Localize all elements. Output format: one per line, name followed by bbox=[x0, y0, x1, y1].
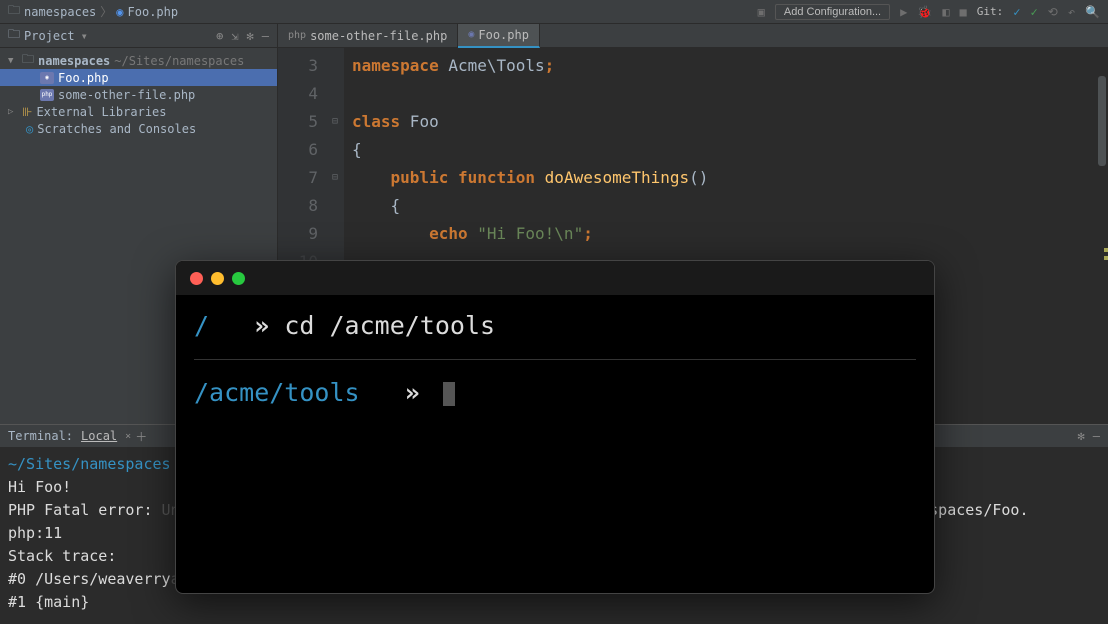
tree-file-foo[interactable]: ◉ Foo.php bbox=[0, 69, 277, 86]
code-token: { bbox=[352, 140, 362, 159]
hide-icon[interactable]: — bbox=[262, 29, 269, 43]
breadcrumb-file[interactable]: Foo.php bbox=[128, 5, 179, 19]
locate-icon[interactable]: ⊕ bbox=[216, 29, 223, 43]
floating-terminal[interactable]: / » cd /acme/tools /acme/tools » bbox=[175, 260, 935, 594]
tree-label: External Libraries bbox=[36, 105, 166, 119]
terminal-titlebar[interactable] bbox=[176, 261, 934, 295]
debug-icon[interactable]: 🐞 bbox=[917, 5, 932, 19]
project-tree: ▼ 🗀 namespaces ~/Sites/namespaces ◉ Foo.… bbox=[0, 48, 277, 141]
expand-arrow-icon[interactable]: ▼ bbox=[8, 56, 18, 66]
code-token: ; bbox=[545, 56, 555, 75]
php-file-icon: ◉ bbox=[116, 5, 123, 19]
project-icon: 🗀 bbox=[8, 25, 20, 46]
gear-icon[interactable]: ✻ bbox=[247, 29, 254, 43]
line-number: 6 bbox=[278, 136, 318, 164]
vcs-update-icon[interactable]: ✓ bbox=[1013, 5, 1020, 19]
run-configuration-dropdown[interactable]: Add Configuration... bbox=[775, 4, 890, 20]
history-icon[interactable]: ⟲ bbox=[1048, 5, 1058, 19]
folder-icon: 🗀 bbox=[8, 1, 20, 22]
coverage-icon[interactable]: ◧ bbox=[942, 5, 949, 19]
code-token: () bbox=[689, 168, 708, 187]
tree-root-path: ~/Sites/namespaces bbox=[114, 54, 244, 68]
tree-root-name: namespaces bbox=[38, 54, 110, 68]
line-number: 4 bbox=[278, 80, 318, 108]
code-token: namespace bbox=[352, 56, 439, 75]
close-tab-icon[interactable]: × bbox=[125, 431, 131, 442]
code-token: echo bbox=[352, 224, 477, 243]
warning-marker[interactable] bbox=[1104, 256, 1108, 260]
folder-icon: 🗀 bbox=[22, 50, 34, 71]
terminal-prompt-path: ~/Sites/namespaces bbox=[8, 455, 171, 473]
tree-file-other[interactable]: php some-other-file.php bbox=[0, 86, 277, 103]
terminal-title: Terminal: bbox=[8, 429, 73, 443]
maximize-window-icon[interactable] bbox=[232, 272, 245, 285]
revert-icon[interactable]: ↶ bbox=[1068, 5, 1075, 19]
php-file-icon: ◉ bbox=[40, 72, 54, 84]
tree-scratches[interactable]: ◎ Scratches and Consoles bbox=[0, 120, 277, 137]
code-token: class bbox=[352, 112, 400, 131]
tab-foo[interactable]: ◉ Foo.php bbox=[458, 24, 540, 48]
code-token: public bbox=[352, 168, 458, 187]
minimize-window-icon[interactable] bbox=[211, 272, 224, 285]
warning-marker[interactable] bbox=[1104, 248, 1108, 252]
code-token: { bbox=[352, 196, 400, 215]
terminal-tab-local[interactable]: Local bbox=[73, 429, 125, 443]
editor-scrollbar[interactable] bbox=[1098, 76, 1106, 166]
hide-icon[interactable]: — bbox=[1093, 429, 1100, 443]
search-icon[interactable]: 🔍 bbox=[1085, 5, 1100, 19]
cursor-icon bbox=[443, 382, 455, 406]
terminal-command: cd /acme/tools bbox=[284, 311, 495, 340]
terminal-line: #0 /Users/weaverry bbox=[8, 570, 171, 588]
php-file-icon: php bbox=[288, 30, 306, 41]
line-number: 3 bbox=[278, 52, 318, 80]
line-number: 9 bbox=[278, 220, 318, 248]
tree-file-label: some-other-file.php bbox=[58, 88, 195, 102]
hammer-icon[interactable]: ▣ bbox=[758, 5, 765, 19]
project-title[interactable]: Project bbox=[24, 29, 75, 43]
code-token: Acme\Tools bbox=[439, 56, 545, 75]
terminal-prompt-path: /acme/tools bbox=[194, 378, 360, 407]
stop-icon[interactable]: ■ bbox=[960, 5, 967, 19]
tree-label: Scratches and Consoles bbox=[37, 122, 196, 136]
floating-terminal-body[interactable]: / » cd /acme/tools /acme/tools » bbox=[176, 295, 934, 424]
breadcrumb-folder[interactable]: namespaces bbox=[24, 5, 96, 19]
tree-root[interactable]: ▼ 🗀 namespaces ~/Sites/namespaces bbox=[0, 52, 277, 69]
tab-some-other-file[interactable]: php some-other-file.php bbox=[278, 24, 458, 48]
top-toolbar: 🗀 namespaces 〉 ◉ Foo.php ▣ Add Configura… bbox=[0, 0, 1108, 24]
code-token: "Hi Foo!\n" bbox=[477, 224, 583, 243]
php-file-icon: ◉ bbox=[468, 29, 474, 40]
expand-icon[interactable]: ⇲ bbox=[231, 29, 238, 43]
prompt-arrow-icon: » bbox=[254, 311, 269, 340]
tab-label: some-other-file.php bbox=[310, 29, 447, 43]
library-icon: ⊪ bbox=[22, 105, 32, 119]
project-sidebar-header: 🗀 Project ▾ ⊕ ⇲ ✻ — bbox=[0, 24, 277, 48]
code-token: Foo bbox=[400, 112, 439, 131]
expand-arrow-icon[interactable]: ▷ bbox=[8, 107, 18, 117]
prompt-arrow-icon: » bbox=[405, 378, 420, 407]
code-token: function bbox=[458, 168, 545, 187]
line-number: 8 bbox=[278, 192, 318, 220]
terminal-prompt-path: / bbox=[194, 311, 209, 340]
tab-label: Foo.php bbox=[478, 28, 529, 42]
tree-file-label: Foo.php bbox=[58, 71, 109, 85]
line-number: 7 bbox=[278, 164, 318, 192]
php-file-icon: php bbox=[40, 89, 54, 101]
close-window-icon[interactable] bbox=[190, 272, 203, 285]
run-icon[interactable]: ▶ bbox=[900, 5, 907, 19]
breadcrumb[interactable]: 🗀 namespaces 〉 ◉ Foo.php bbox=[8, 1, 178, 22]
terminal-line: #1 {main} bbox=[8, 591, 1100, 614]
vcs-commit-icon[interactable]: ✓ bbox=[1031, 5, 1038, 19]
editor-tabs: php some-other-file.php ◉ Foo.php bbox=[278, 24, 1108, 48]
line-number: 5 bbox=[278, 108, 318, 136]
terminal-line: PHP Fatal error: bbox=[8, 501, 153, 519]
git-label: Git: bbox=[977, 5, 1004, 18]
scratch-icon: ◎ bbox=[26, 122, 33, 136]
chevron-right-icon: 〉 bbox=[100, 3, 112, 20]
add-terminal-button[interactable]: ＋ bbox=[135, 428, 147, 445]
tree-external-libs[interactable]: ▷ ⊪ External Libraries bbox=[0, 103, 277, 120]
gear-icon[interactable]: ✻ bbox=[1078, 429, 1085, 443]
code-token: ; bbox=[583, 224, 593, 243]
chevron-down-icon[interactable]: ▾ bbox=[81, 29, 88, 43]
code-token: doAwesomeThings bbox=[545, 168, 690, 187]
